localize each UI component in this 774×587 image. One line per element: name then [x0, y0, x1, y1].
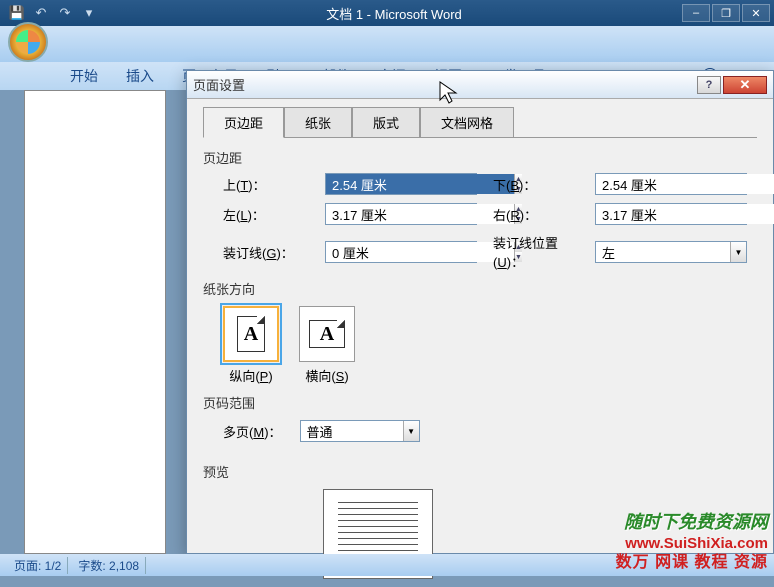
dialog-close-button[interactable]: ✕	[723, 76, 767, 94]
qat-dropdown-icon[interactable]: ▾	[80, 4, 98, 22]
pages-section-label: 页码范围	[203, 393, 757, 412]
save-icon[interactable]: 💾	[8, 4, 26, 22]
chevron-down-icon[interactable]: ▼	[730, 242, 746, 262]
bottom-margin-label: 下(B)：	[493, 175, 579, 194]
landscape-page-icon: A	[309, 320, 345, 348]
tab-layout[interactable]: 版式	[352, 107, 420, 137]
watermark-tagline: 数万 网课 教程 资源	[616, 548, 768, 572]
top-margin-input[interactable]: ▲▼	[325, 173, 477, 195]
tab-margins[interactable]: 页边距	[203, 107, 284, 138]
dialog-titlebar: 页面设置 ? ✕	[187, 71, 773, 99]
left-margin-label: 左(L)：	[223, 205, 309, 224]
window-titlebar: 💾 ↶ ↷ ▾ 文档 1 - Microsoft Word – ❐ ✕	[0, 0, 774, 26]
left-margin-input[interactable]: ▲▼	[325, 203, 477, 225]
watermark-text: 随时下免费资源网	[624, 508, 768, 534]
office-button[interactable]	[8, 22, 48, 62]
dialog-tabs: 页边距 纸张 版式 文档网格	[203, 107, 757, 138]
margins-grid: 上(T)： ▲▼ 下(B)： ▲▼ 左(L)： ▲▼ 右(R)： ▲▼ 装订线(…	[223, 173, 757, 271]
chevron-down-icon[interactable]: ▼	[403, 421, 419, 441]
ribbon-tab-home[interactable]: 开始	[68, 62, 100, 90]
multi-pages-dropdown[interactable]: 普通▼	[300, 420, 420, 442]
minimize-button[interactable]: –	[682, 4, 710, 22]
multi-pages-label: 多页(M)：	[223, 422, 282, 441]
right-margin-input[interactable]: ▲▼	[595, 203, 747, 225]
pages-row: 多页(M)： 普通▼	[223, 420, 757, 442]
dialog-help-button[interactable]: ?	[697, 76, 721, 94]
undo-icon[interactable]: ↶	[32, 4, 50, 22]
orientation-landscape[interactable]: A 横向(S)	[299, 306, 355, 385]
top-margin-label: 上(T)：	[223, 175, 309, 194]
window-title: 文档 1 - Microsoft Word	[106, 4, 682, 23]
gutter-position-label: 装订线位置(U)：	[493, 233, 579, 271]
orientation-row: A 纵向(P) A 横向(S)	[223, 306, 757, 385]
ribbon-header	[0, 26, 774, 62]
quick-access-toolbar: 💾 ↶ ↷ ▾	[0, 4, 106, 22]
landscape-label: 横向(S)	[305, 369, 348, 384]
close-window-button[interactable]: ✕	[742, 4, 770, 22]
right-margin-label: 右(R)：	[493, 205, 579, 224]
page-setup-dialog: 页面设置 ? ✕ 页边距 纸张 版式 文档网格 页边距 上(T)： ▲▼ 下(B…	[186, 70, 774, 554]
preview-section-label: 预览	[203, 462, 757, 481]
orientation-section-label: 纸张方向	[203, 279, 757, 298]
gutter-input[interactable]: ▲▼	[325, 241, 477, 263]
tab-paper[interactable]: 纸张	[284, 107, 352, 137]
gutter-position-dropdown[interactable]: 左▼	[595, 241, 747, 263]
gutter-label: 装订线(G)：	[223, 243, 309, 262]
portrait-page-icon: A	[237, 316, 265, 352]
orientation-portrait[interactable]: A 纵向(P)	[223, 306, 279, 385]
redo-icon[interactable]: ↷	[56, 4, 74, 22]
status-page[interactable]: 页面: 1/2	[8, 557, 68, 574]
bottom-margin-input[interactable]: ▲▼	[595, 173, 747, 195]
maximize-button[interactable]: ❐	[712, 4, 740, 22]
ribbon-tab-insert[interactable]: 插入	[124, 62, 156, 90]
status-words[interactable]: 字数: 2,108	[72, 557, 146, 574]
portrait-label: 纵向(P)	[229, 369, 272, 384]
margins-section-label: 页边距	[203, 148, 757, 167]
tab-grid[interactable]: 文档网格	[420, 107, 514, 137]
dialog-title: 页面设置	[193, 75, 697, 94]
window-controls: – ❐ ✕	[682, 4, 774, 22]
